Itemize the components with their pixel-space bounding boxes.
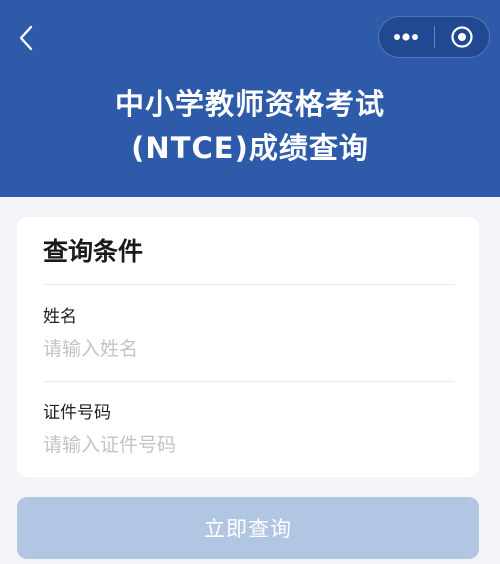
chevron-left-icon bbox=[19, 25, 33, 51]
query-form-card: 查询条件 姓名 证件号码 bbox=[17, 217, 479, 477]
close-miniprogram-button[interactable] bbox=[434, 17, 489, 57]
target-circle-icon bbox=[451, 26, 473, 48]
name-label: 姓名 bbox=[43, 307, 77, 327]
name-input[interactable] bbox=[43, 333, 454, 365]
app-header: 中小学教师资格考试 (NTCE)成绩查询 bbox=[0, 0, 500, 197]
divider bbox=[43, 381, 454, 382]
page-title-line2: (NTCE)成绩查询 bbox=[131, 131, 369, 165]
id-number-label: 证件号码 bbox=[43, 403, 111, 423]
divider bbox=[43, 284, 454, 285]
more-button[interactable] bbox=[379, 17, 434, 57]
card-title: 查询条件 bbox=[43, 237, 144, 266]
more-dots-icon bbox=[394, 33, 419, 41]
page-title: 中小学教师资格考试 (NTCE)成绩查询 bbox=[0, 82, 500, 170]
page-title-line1: 中小学教师资格考试 bbox=[114, 87, 385, 121]
id-number-input[interactable] bbox=[43, 429, 454, 461]
back-button[interactable] bbox=[8, 18, 44, 58]
miniprogram-capsule bbox=[378, 16, 490, 58]
query-submit-button[interactable]: 立即查询 bbox=[17, 497, 479, 559]
